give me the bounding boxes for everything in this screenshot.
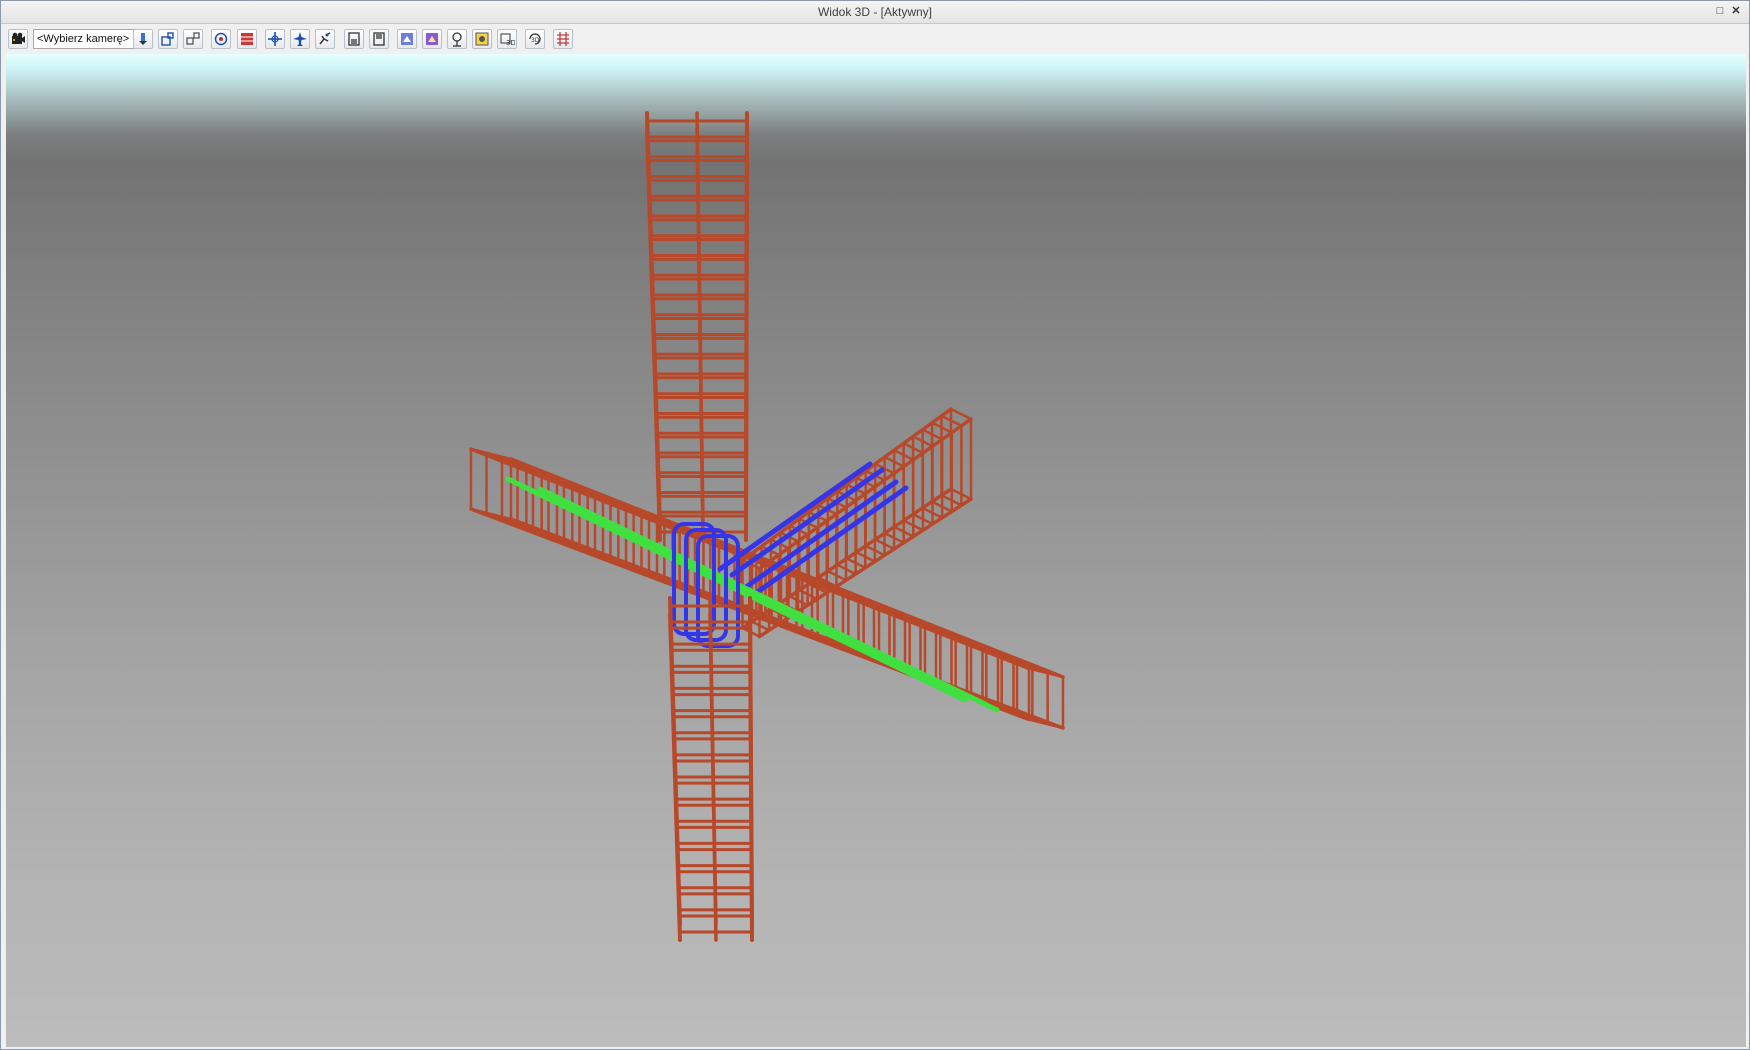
zoom-extents-icon — [186, 32, 200, 45]
widok-3d-window: Widok 3D - [Aktywny] □ ✕ <Wybierz kamerę… — [0, 0, 1750, 1050]
svg-text:3D: 3D — [506, 39, 515, 47]
fly-button[interactable] — [290, 29, 310, 49]
light-icon — [452, 32, 462, 47]
camera-icon — [12, 32, 25, 44]
render-button[interactable] — [397, 29, 417, 49]
column-bar — [645, 119, 662, 534]
grid-icon — [557, 32, 569, 46]
section-button[interactable] — [237, 29, 257, 49]
camera-dropdown-button[interactable] — [133, 29, 153, 49]
zoom-window-button[interactable] — [158, 29, 178, 49]
view-save-icon — [348, 32, 360, 46]
svg-text:3D: 3D — [531, 37, 540, 44]
export-3d-icon: 3D — [500, 33, 515, 47]
background-icon — [475, 32, 489, 46]
light-button[interactable] — [447, 29, 467, 49]
view-load-icon — [373, 32, 385, 46]
orbit-icon — [214, 32, 228, 46]
zoom-window-icon — [161, 32, 174, 46]
restore-button[interactable]: □ — [1713, 4, 1727, 18]
grid-button[interactable] — [553, 29, 573, 49]
pan-button[interactable] — [265, 29, 285, 49]
view-save-button[interactable] — [344, 29, 364, 49]
toolbar: <Wybierz kamerę> 3D 3D — [1, 24, 1749, 54]
zoom-extents-button[interactable] — [183, 29, 203, 49]
column-top-cage — [645, 111, 749, 542]
fly-icon — [293, 32, 307, 46]
3d-viewport[interactable] — [6, 54, 1746, 1047]
camera-dropdown-icon — [139, 33, 147, 45]
render-settings-icon — [426, 33, 438, 45]
beam-a-cage — [469, 447, 1065, 730]
render-settings-button[interactable] — [422, 29, 442, 49]
export-3d-button[interactable]: 3D — [497, 29, 517, 49]
close-button[interactable]: ✕ — [1729, 4, 1743, 18]
window-title: Widok 3D - [Aktywny] — [817, 5, 933, 19]
walk-icon — [319, 32, 331, 45]
title-bar[interactable]: Widok 3D - [Aktywny] □ ✕ — [1, 1, 1749, 24]
column-bar — [748, 596, 754, 926]
section-icon — [241, 33, 253, 45]
column-bar — [668, 604, 682, 934]
column-bottom-cage — [668, 596, 754, 942]
background-button[interactable] — [472, 29, 492, 49]
camera-button[interactable] — [8, 29, 28, 49]
render-icon — [401, 33, 413, 45]
rebar-cage-render — [469, 111, 1065, 942]
walk-button[interactable] — [315, 29, 335, 49]
orbit-button[interactable] — [211, 29, 231, 49]
view-load-button[interactable] — [369, 29, 389, 49]
rotate-3d-button[interactable]: 3D — [525, 29, 545, 49]
column-bar — [744, 111, 749, 526]
beam-stirrup — [949, 407, 973, 421]
pan-icon — [268, 32, 282, 46]
beam-bar — [509, 457, 1065, 679]
rotate-3d-icon: 3D — [529, 33, 541, 45]
